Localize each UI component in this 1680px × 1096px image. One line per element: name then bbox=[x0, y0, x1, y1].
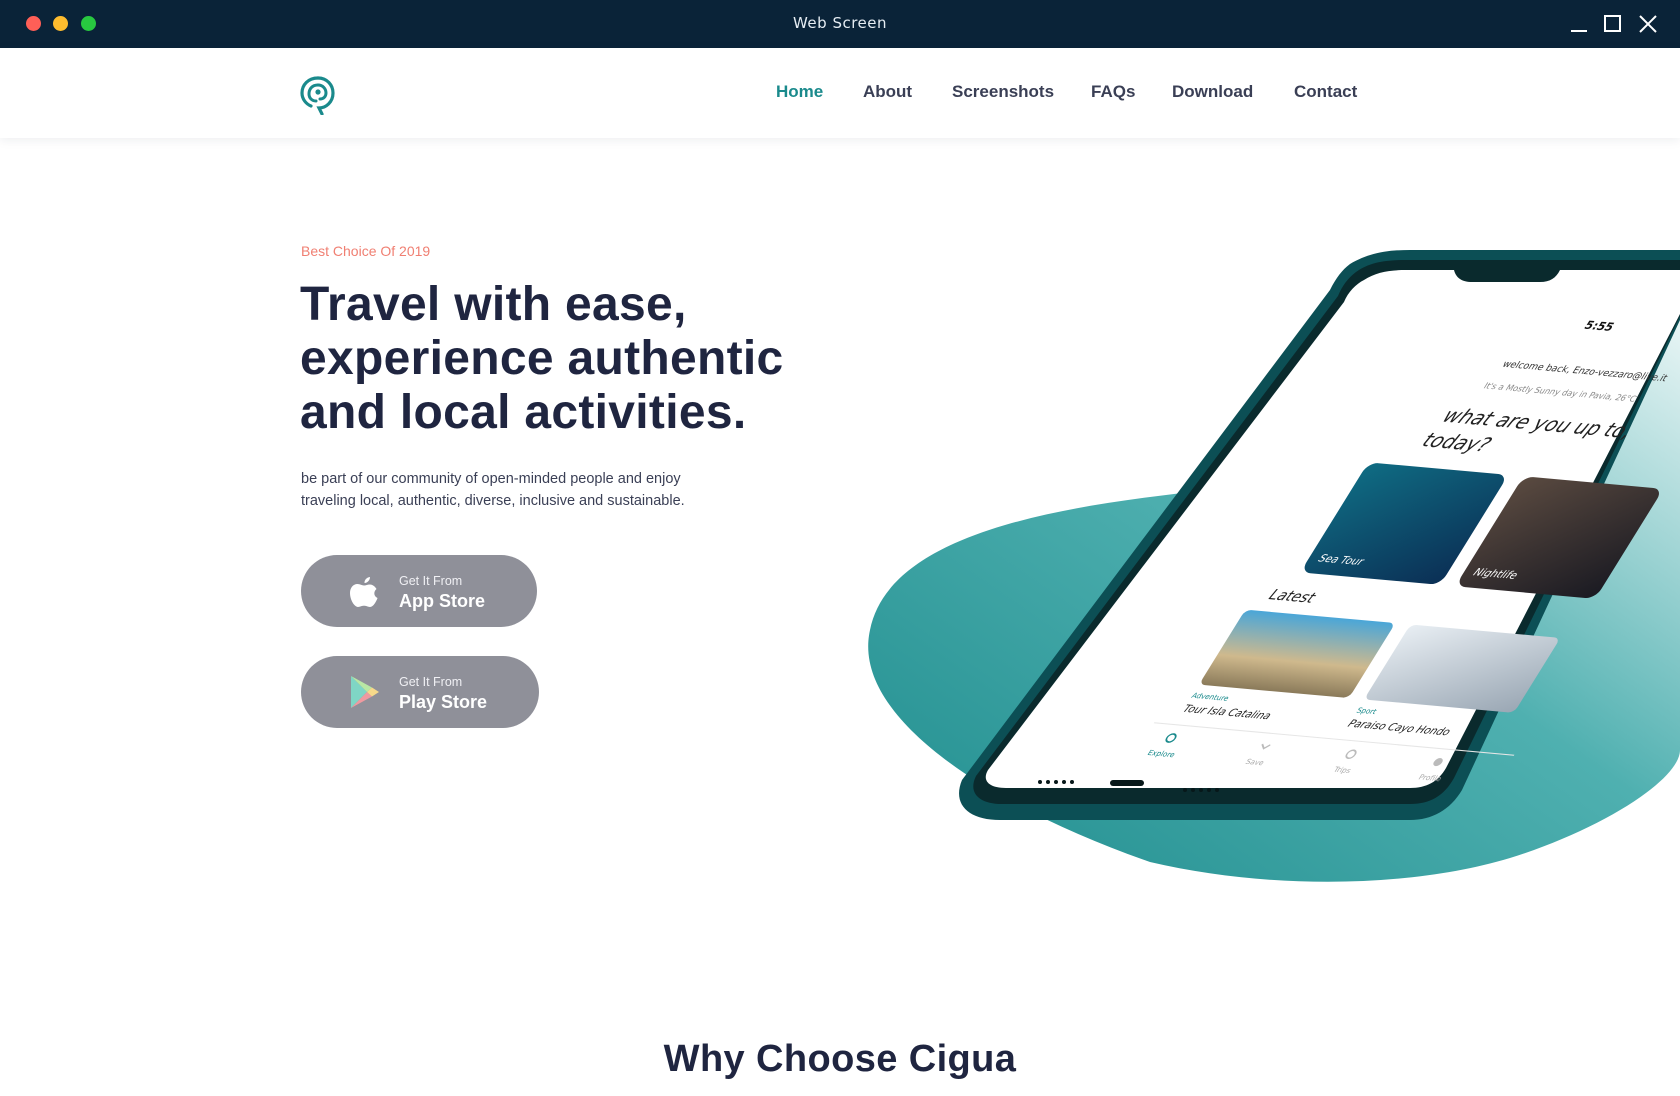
minimize-icon[interactable] bbox=[1568, 12, 1592, 36]
phone-mockup-illustration: 5:55 welcome back, Enzo-vezzaro@live.it … bbox=[868, 250, 1680, 882]
nav-about-link[interactable]: About bbox=[863, 82, 912, 102]
play-store-icon bbox=[351, 676, 379, 708]
description-line: be part of our community of open-minded … bbox=[301, 471, 681, 487]
cigua-logo-icon[interactable] bbox=[299, 75, 337, 115]
why-choose-heading: Why Choose Cigua bbox=[663, 1038, 1017, 1080]
store-button-caption: Get It From bbox=[399, 574, 463, 588]
window-title: Web Screen bbox=[792, 14, 888, 32]
apple-icon bbox=[350, 577, 378, 607]
headline-line: experience authentic bbox=[300, 332, 784, 385]
nav-screenshots-link[interactable]: Screenshots bbox=[952, 82, 1054, 102]
nav-download-link[interactable]: Download bbox=[1172, 82, 1253, 102]
hero-description: be part of our community of open-minded … bbox=[301, 468, 761, 512]
nav-faqs-link[interactable]: FAQs bbox=[1091, 82, 1135, 102]
maximize-icon[interactable] bbox=[1601, 12, 1625, 36]
headline-line: Travel with ease, bbox=[300, 278, 687, 331]
description-line: traveling local, authentic, diverse, inc… bbox=[301, 493, 685, 509]
store-button-label: Play Store bbox=[399, 692, 488, 712]
nav-contact-link[interactable]: Contact bbox=[1294, 82, 1357, 102]
headline-line: and local activities. bbox=[300, 386, 747, 439]
play-store-button[interactable]: Get It From Play Store bbox=[301, 656, 539, 728]
window-titlebar: Web Screen bbox=[0, 0, 1680, 48]
store-button-caption: Get It From bbox=[399, 675, 463, 689]
store-button-label: App Store bbox=[399, 591, 486, 611]
nav-home-link[interactable]: Home bbox=[776, 82, 823, 102]
hero-eyebrow: Best Choice Of 2019 bbox=[301, 243, 431, 259]
app-store-button[interactable]: Get It From App Store bbox=[301, 555, 537, 627]
hero-headline: Travel with ease, experience authentic a… bbox=[300, 278, 860, 440]
close-icon[interactable] bbox=[1636, 12, 1660, 36]
site-navbar: Home About Screenshots FAQs Download Con… bbox=[0, 48, 1680, 138]
